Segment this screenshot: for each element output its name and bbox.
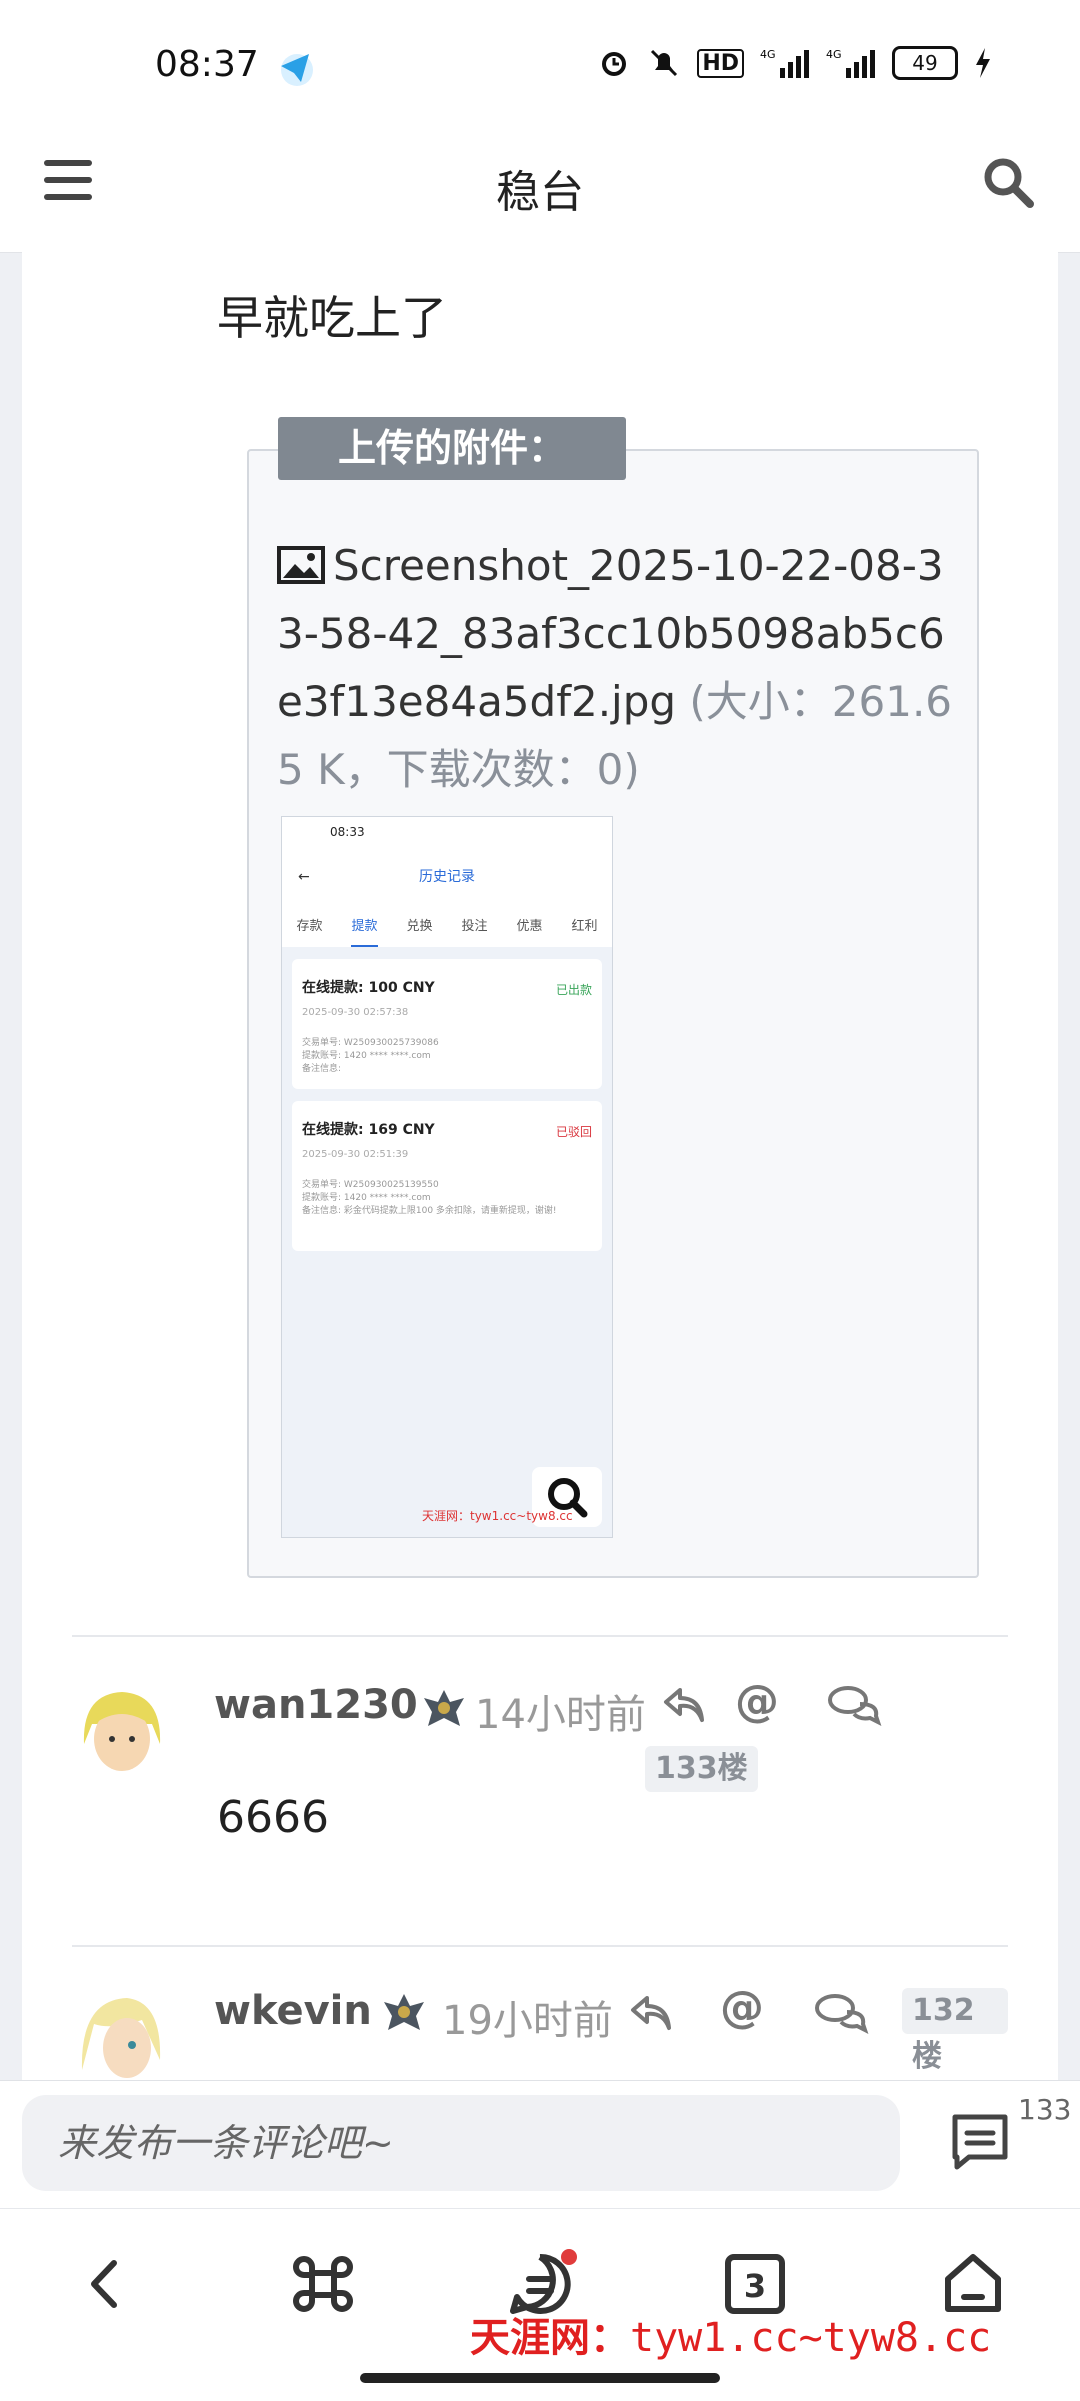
comment-input[interactable]: 来发布一条评论吧~ — [22, 2095, 900, 2191]
signal-icon-2: 4G — [826, 48, 875, 78]
comment-item: wkevin 19小时前 @ 132楼 — [72, 1972, 1008, 2080]
attachment-label: 上传的附件： — [278, 417, 626, 480]
thumb-record-date: 2025-09-30 02:51:39 — [302, 1149, 409, 1160]
watermark: 天涯网：tyw1.cc~tyw8.cc — [470, 2305, 991, 2363]
thumb-record-status: 已出款 — [555, 983, 592, 997]
at-icon[interactable]: @ — [735, 1676, 783, 1727]
search-icon[interactable] — [980, 154, 1036, 210]
floor-number: 132楼 — [902, 1988, 1008, 2074]
divider — [72, 1635, 1008, 1637]
comment-username[interactable]: wan1230 — [214, 1682, 418, 1728]
comment-bar: 来发布一条评论吧~ 133 — [0, 2080, 1080, 2209]
thumb-watermark: 天涯网：tyw1.cc~tyw8.cc — [422, 1509, 573, 1523]
back-icon[interactable] — [72, 2249, 142, 2319]
thumb-record-title: 在线提款: 169 CNY — [302, 1122, 435, 1138]
alarm-icon — [602, 52, 627, 76]
signal-icon: 4G — [760, 48, 809, 78]
attachment-thumbnail[interactable]: 08:33 ← 历史记录 存款 提款 兑换 投注 优惠 红利 在线提款: 100… — [281, 816, 613, 1538]
app-header: 稳台 — [0, 130, 1080, 253]
avatar[interactable] — [72, 1990, 172, 2080]
thumb-record-details: 交易单号: W250930025739086 提款账号: 1420 **** *… — [302, 1037, 592, 1076]
comment-time: 19小时前 — [442, 1998, 613, 2044]
notification-dot — [561, 2249, 577, 2265]
thumb-record-line: 交易单号: W250930025739086 — [302, 1038, 439, 1048]
divider — [72, 1945, 1008, 1947]
telegram-icon — [281, 54, 313, 86]
thumb-tab: 红利 — [571, 919, 598, 934]
svg-text:4G: 4G — [760, 48, 776, 61]
thumb-title: 历史记录 — [419, 869, 475, 885]
thumb-tab: 优惠 — [516, 919, 543, 934]
post-text: 早就吃上了 — [217, 291, 447, 345]
post-card: 早就吃上了 上传的附件： Screenshot_2025-10-22-08-33… — [22, 252, 1058, 2080]
thumb-tab-active: 提款 — [351, 907, 378, 947]
thumb-time: 08:33 — [330, 825, 365, 839]
comment-item: wan1230 14小时前 @ 133楼 6666 — [72, 1662, 1008, 1862]
battery-level: 49 — [892, 46, 958, 80]
avatar[interactable] — [72, 1684, 172, 1784]
thumb-record-line: 备注信息: — [302, 1064, 342, 1074]
comment-time: 14小时前 — [475, 1692, 646, 1738]
thumb-record-line: 交易单号: W250930025139550 — [302, 1180, 439, 1190]
status-icons: HD 4G 4G 49 — [597, 46, 992, 80]
thumb-record-line: 提款账号: 1420 **** ****.com — [302, 1051, 431, 1061]
reply-icon[interactable] — [660, 1682, 708, 1726]
charging-icon — [976, 48, 990, 78]
watermark-brand: 天涯网： — [470, 2315, 630, 2361]
hd-icon: HD — [697, 48, 744, 78]
comment-body: 6666 — [217, 1792, 329, 1843]
image-icon — [277, 546, 325, 584]
chat-icon[interactable] — [813, 1990, 869, 2034]
status-time: 08:37 — [155, 44, 259, 85]
rank-badge-icon — [384, 1994, 424, 2030]
bottom-nav: 3 天涯网：tyw1.cc~tyw8.cc — [0, 2208, 1080, 2401]
rank-badge-icon — [424, 1690, 464, 1726]
comment-count: 133 — [1018, 2093, 1072, 2126]
svg-text:4G: 4G — [826, 48, 842, 61]
thumb-tab: 兑换 — [406, 919, 433, 934]
watermark-url: tyw1.cc~tyw8.cc — [630, 2315, 992, 2361]
mute-icon — [651, 49, 678, 77]
thumb-back-icon: ← — [298, 869, 310, 885]
at-icon[interactable]: @ — [720, 1982, 768, 2033]
comment-list-icon[interactable] — [945, 2109, 1015, 2173]
home-indicator[interactable] — [360, 2373, 720, 2383]
thumb-record-title: 在线提款: 100 CNY — [302, 980, 435, 996]
command-icon[interactable] — [288, 2249, 358, 2319]
thumb-header: ← 历史记录 — [282, 847, 612, 907]
thumb-record: 在线提款: 100 CNY 已出款 2025-09-30 02:57:38 交易… — [292, 959, 602, 1089]
attachment-file[interactable]: Screenshot_2025-10-22-08-33-58-42_83af3c… — [277, 532, 967, 804]
thumb-status-bar: 08:33 — [282, 817, 612, 847]
chat-icon[interactable] — [826, 1682, 882, 1726]
thumb-record-status: 已驳回 — [555, 1125, 592, 1139]
comment-username[interactable]: wkevin — [214, 1988, 372, 2034]
thumb-record: 在线提款: 169 CNY 已驳回 2025-09-30 02:51:39 交易… — [292, 1101, 602, 1251]
floor-number: 133楼 — [645, 1746, 758, 1792]
svg-text:3: 3 — [744, 2267, 766, 2305]
page-title: 稳台 — [496, 167, 584, 218]
thumb-record-line: 提款账号: 1420 **** ****.com — [302, 1193, 431, 1203]
thumb-tab: 存款 — [296, 919, 323, 934]
reply-icon[interactable] — [627, 1990, 675, 2034]
thumb-tab: 投注 — [461, 919, 488, 934]
thumb-record-line: 备注信息: 彩金代码提款上限100 多余扣除，请重新提现，谢谢! — [302, 1206, 557, 1216]
status-bar: 08:37 HD 4G 4G 49 — [0, 0, 1080, 130]
thumb-record-details: 交易单号: W250930025139550 提款账号: 1420 **** *… — [302, 1179, 592, 1218]
thumb-record-date: 2025-09-30 02:57:38 — [302, 1007, 409, 1018]
thumb-tabs: 存款 提款 兑换 投注 优惠 红利 — [282, 907, 612, 947]
